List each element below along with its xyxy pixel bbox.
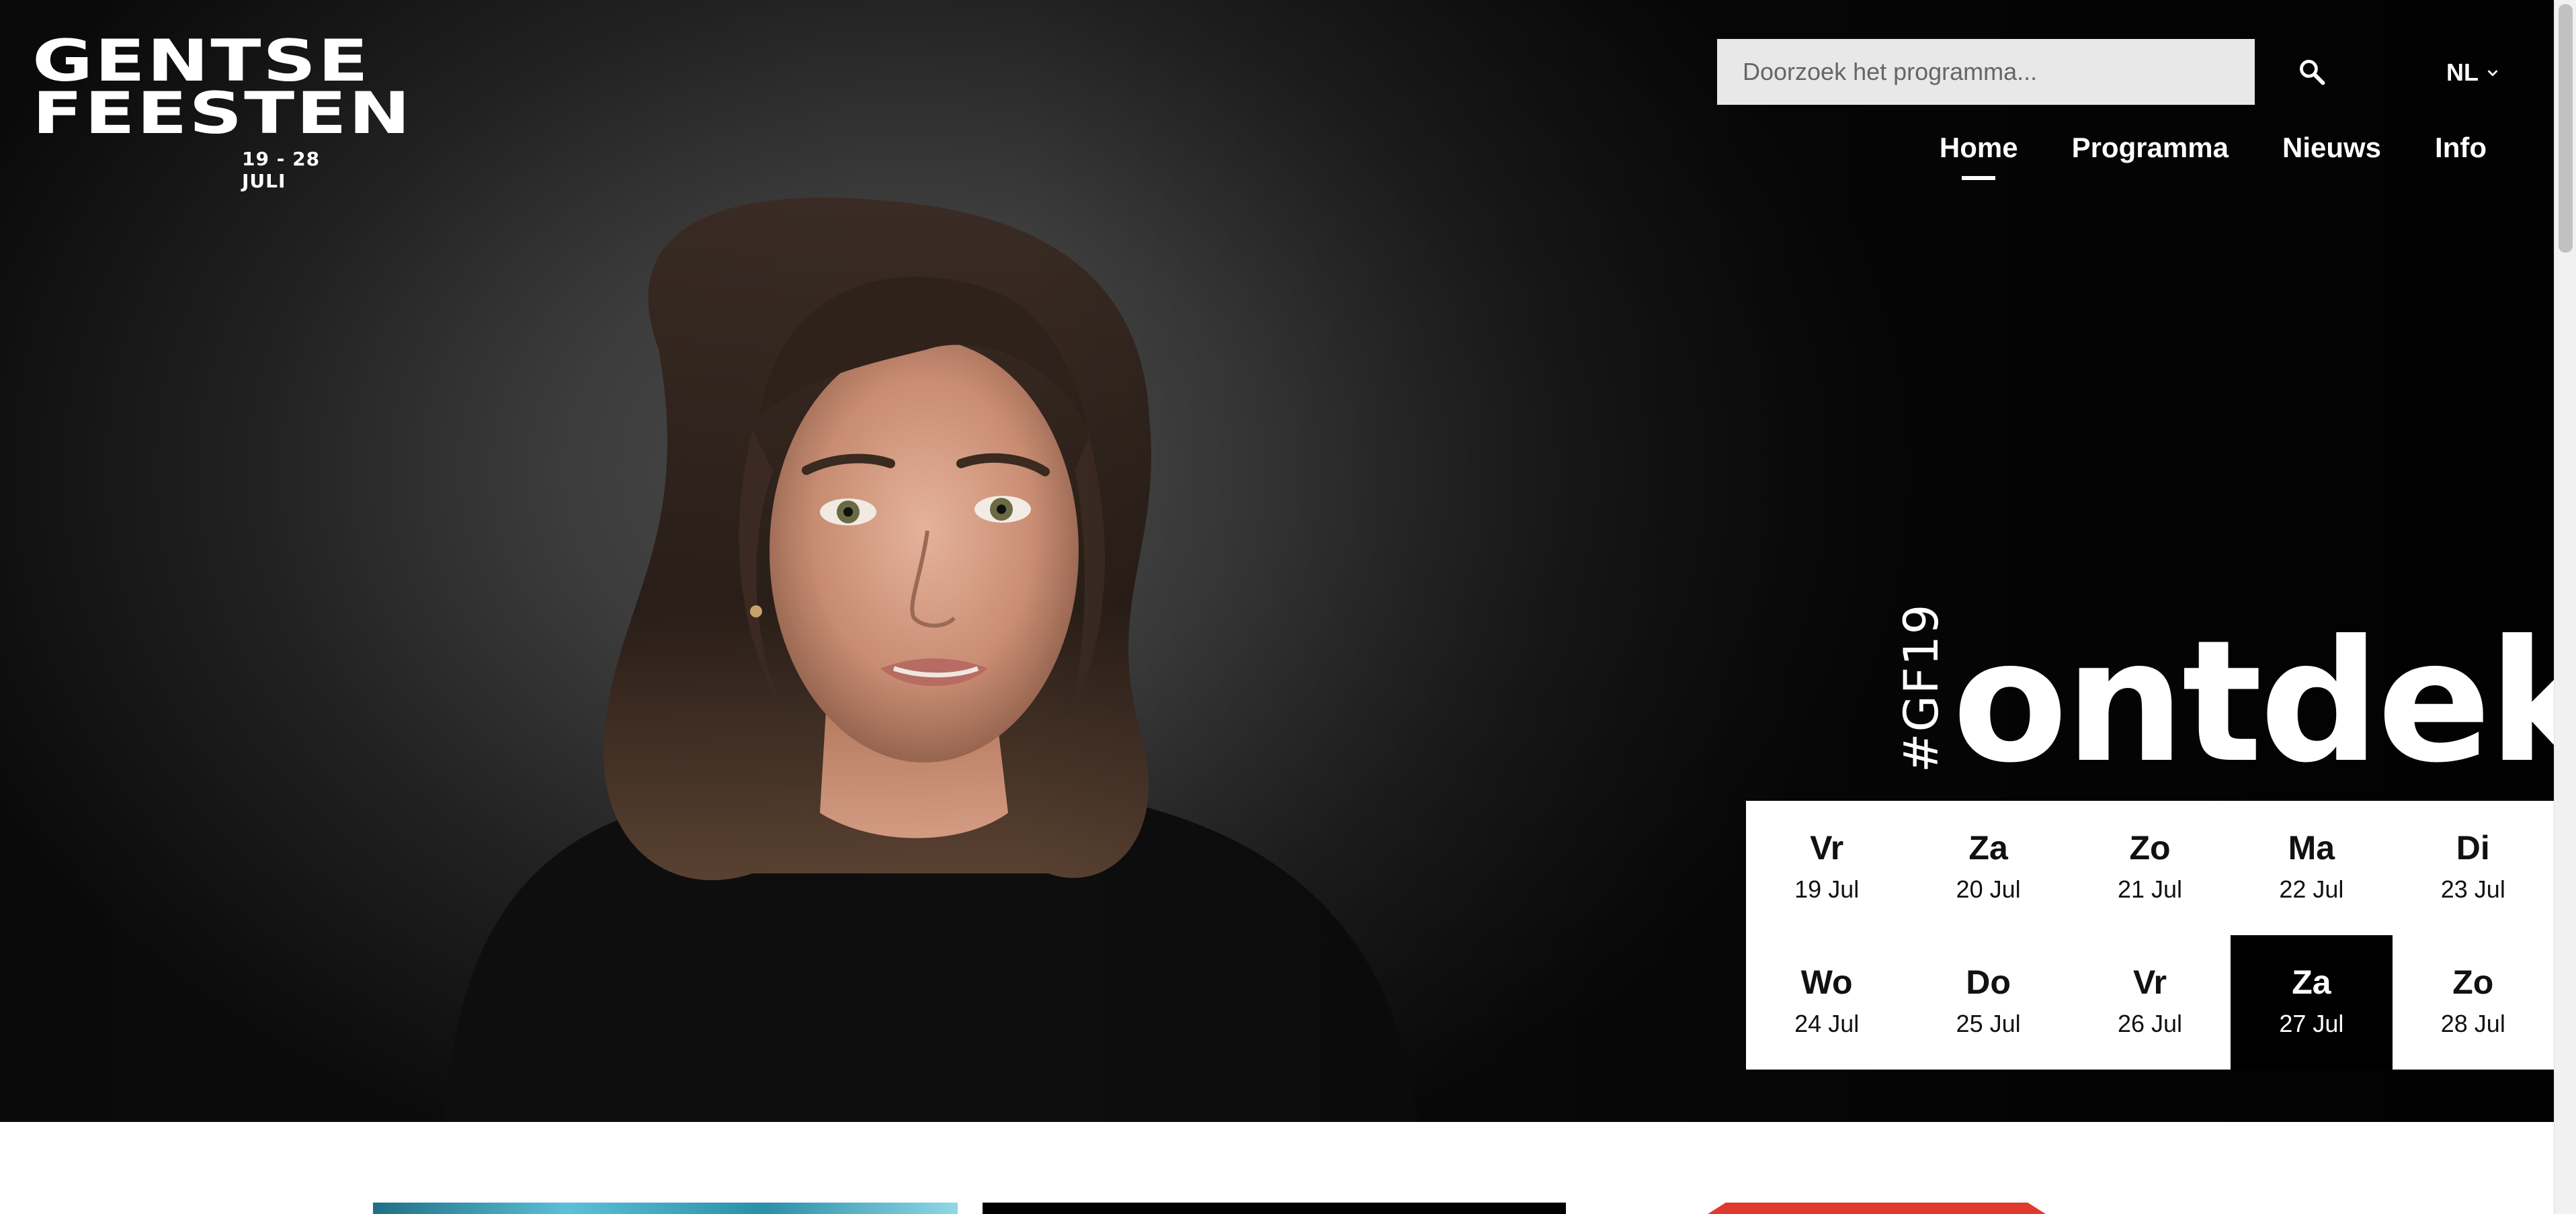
- date-cell-26-jul[interactable]: Vr 26 Jul: [2069, 935, 2231, 1070]
- hero-banner: GENTSE FEESTEN 19 - 28 JULI NL Home Prog…: [0, 0, 2554, 1122]
- logo-dates: 19 - 28 JULI: [242, 148, 321, 192]
- search-input[interactable]: [1717, 39, 2255, 105]
- search-button[interactable]: [2285, 47, 2339, 97]
- date-label: 25 Jul: [1956, 1010, 2021, 1037]
- date-cell-21-jul[interactable]: Zo 21 Jul: [2069, 801, 2231, 935]
- date-day: Di: [2456, 829, 2490, 867]
- date-label: 28 Jul: [2440, 1010, 2505, 1037]
- search-icon: [2300, 60, 2325, 85]
- date-label: 20 Jul: [1956, 875, 2021, 903]
- page-scrollbar[interactable]: [2554, 0, 2576, 1214]
- date-label: 22 Jul: [2279, 875, 2344, 903]
- logo-line-2: FEESTEN: [32, 80, 413, 147]
- date-cell-27-jul[interactable]: Za 27 Jul: [2231, 935, 2393, 1070]
- date-day: Vr: [2132, 963, 2167, 1001]
- date-label: 21 Jul: [2117, 875, 2183, 903]
- nav-item-nieuws[interactable]: Nieuws: [2282, 132, 2381, 164]
- date-cell-24-jul[interactable]: Wo 24 Jul: [1746, 935, 1907, 1070]
- hero-headline: ontdek: [1952, 604, 2554, 799]
- chevron-down-icon: [2487, 70, 2498, 77]
- date-cell-23-jul[interactable]: Di 23 Jul: [2393, 801, 2554, 935]
- date-cell-20-jul[interactable]: Za 20 Jul: [1907, 801, 2069, 935]
- date-cell-28-jul[interactable]: Zo 28 Jul: [2393, 935, 2554, 1070]
- date-day: Wo: [1800, 963, 1853, 1001]
- date-cell-22-jul[interactable]: Ma 22 Jul: [2231, 801, 2392, 935]
- main-nav: Home Programma Nieuws Info: [1940, 132, 2487, 180]
- scrollbar-thumb[interactable]: [2559, 4, 2573, 253]
- date-day: Zo: [2129, 829, 2171, 867]
- date-day: Za: [1968, 829, 2008, 867]
- language-label: NL: [2446, 58, 2479, 86]
- language-selector[interactable]: NL: [2446, 54, 2500, 91]
- date-day: Zo: [2452, 963, 2494, 1001]
- site-logo[interactable]: GENTSE FEESTEN 19 - 28 JULI: [32, 32, 411, 192]
- date-day: Vr: [1810, 829, 1844, 867]
- content-card-3[interactable]: [1708, 1203, 2046, 1214]
- date-day: Za: [2292, 963, 2331, 1001]
- content-card-1[interactable]: [373, 1203, 958, 1214]
- page: GENTSE FEESTEN 19 - 28 JULI NL Home Prog…: [0, 0, 2554, 1214]
- nav-item-programma[interactable]: Programma: [2072, 132, 2229, 164]
- nav-item-info[interactable]: Info: [2435, 132, 2487, 164]
- nav-item-home[interactable]: Home: [1940, 132, 2018, 180]
- date-cell-25-jul[interactable]: Do 25 Jul: [1907, 935, 2069, 1070]
- date-label: 26 Jul: [2117, 1010, 2183, 1037]
- date-day: Do: [1966, 963, 2011, 1001]
- date-cell-19-jul[interactable]: Vr 19 Jul: [1746, 801, 1907, 935]
- date-label: 19 Jul: [1794, 875, 1860, 903]
- date-picker: Vr 19 Jul Za 20 Jul Zo 21 Jul Ma 22 Jul …: [1746, 801, 2554, 1070]
- date-label: 27 Jul: [2279, 1010, 2344, 1037]
- date-label: 24 Jul: [1794, 1010, 1860, 1037]
- date-label: 23 Jul: [2440, 875, 2505, 903]
- content-card-2[interactable]: [983, 1203, 1566, 1214]
- date-day: Ma: [2288, 829, 2335, 867]
- hero-hashtag: #GF19: [1894, 603, 1949, 773]
